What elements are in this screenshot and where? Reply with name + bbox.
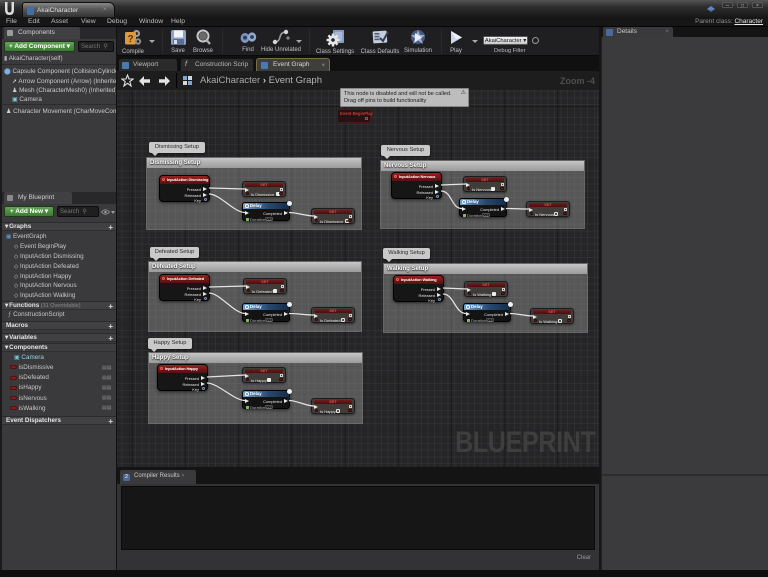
svg-text:?: ? [127, 34, 133, 45]
